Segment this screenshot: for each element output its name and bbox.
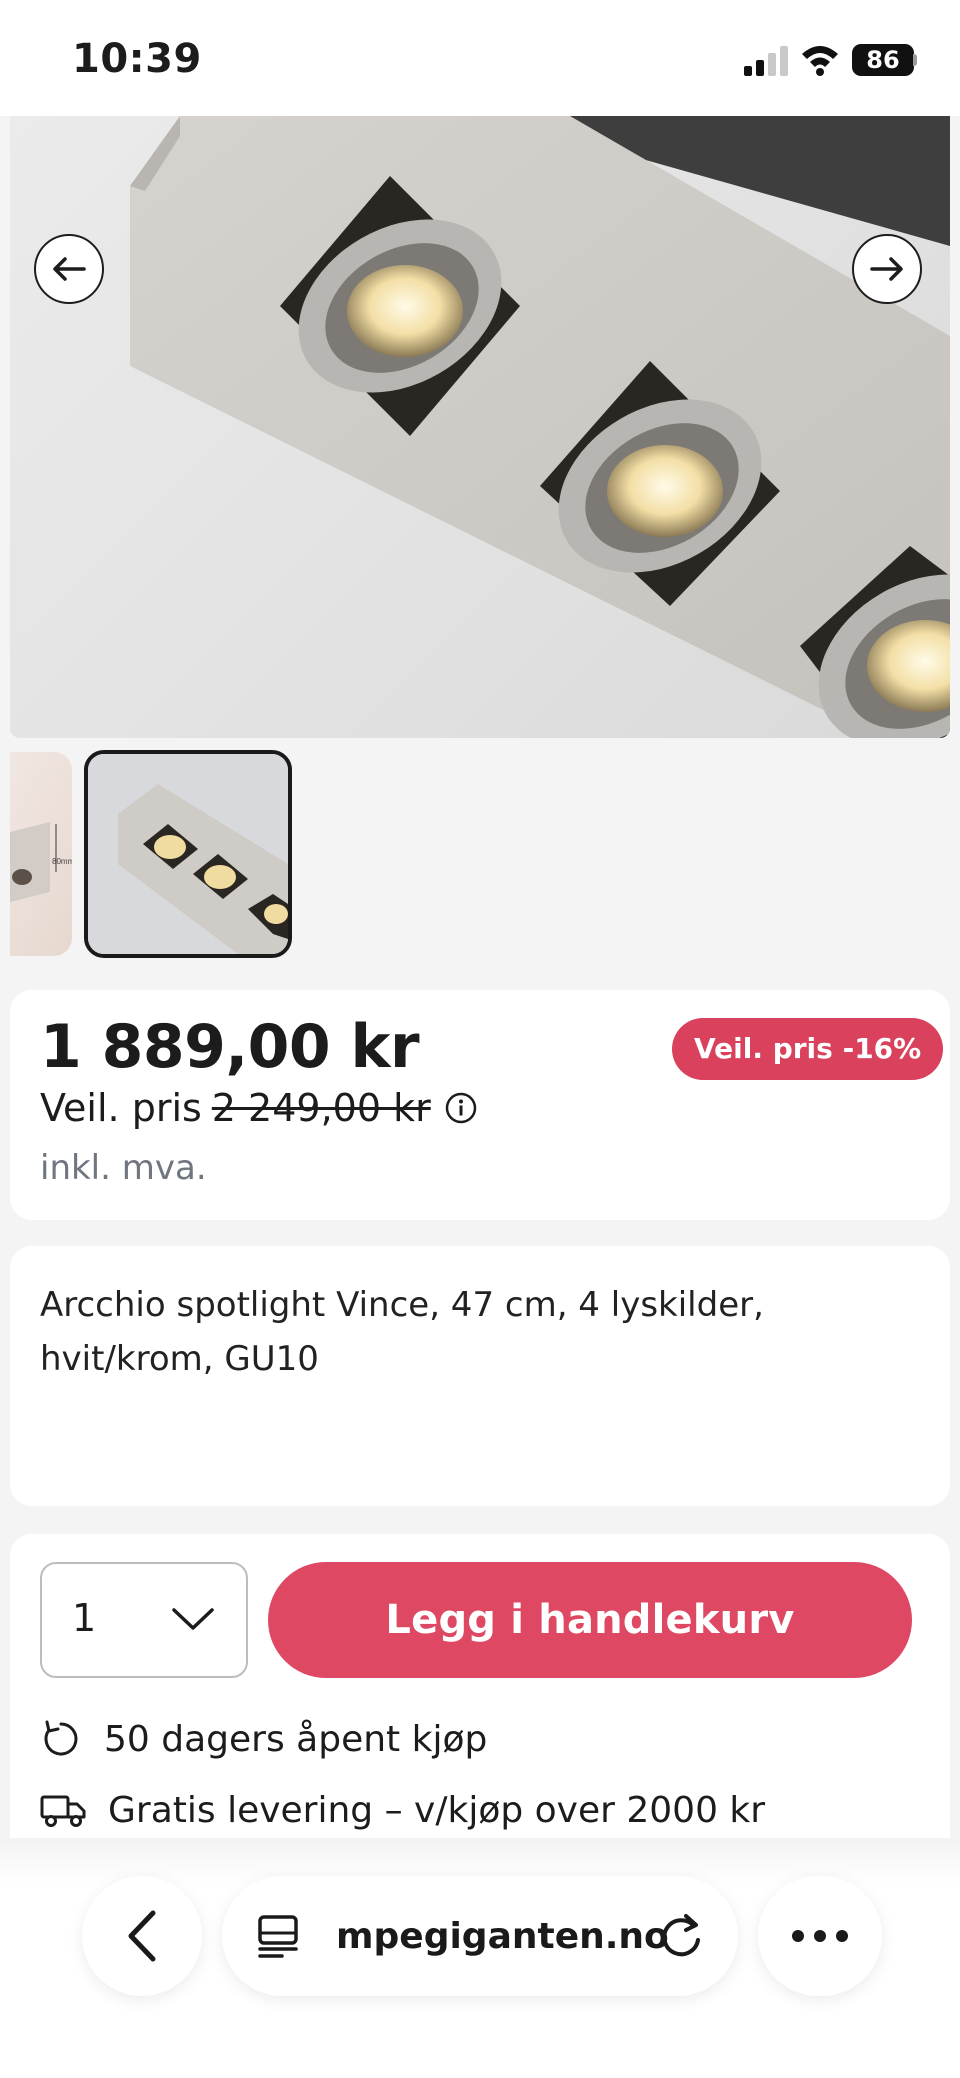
more-options-button[interactable] <box>758 1876 882 1996</box>
quantity-select[interactable]: 1 <box>40 1562 248 1678</box>
quantity-value: 1 <box>72 1596 97 1640</box>
discount-badge: Veil. pris -16% <box>672 1018 944 1080</box>
product-title: Arcchio spotlight Vince, 47 cm, 4 lyskil… <box>40 1285 764 1379</box>
previous-image-button[interactable] <box>34 234 104 304</box>
truck-icon <box>40 1795 86 1827</box>
recommended-price-row: Veil. pris 2 249,00 kr <box>40 1086 477 1130</box>
recommended-price-value: 2 249,00 kr <box>211 1086 431 1130</box>
address-bar[interactable]: mpegiganten.no <box>222 1876 738 1996</box>
cellular-signal-icon <box>744 46 788 76</box>
thumbnail-previous[interactable]: 80mm <box>10 752 72 956</box>
more-dot-icon <box>814 1930 826 1942</box>
status-time: 10:39 <box>72 36 202 82</box>
chevron-down-icon <box>172 1608 214 1630</box>
thumbnail-product-photo <box>88 754 288 954</box>
battery-nub <box>913 54 917 66</box>
vat-note: inkl. mva. <box>40 1148 207 1188</box>
reload-icon[interactable] <box>658 1912 704 1960</box>
battery-indicator: 86 <box>852 44 914 76</box>
wifi-icon <box>802 46 838 76</box>
chevron-left-icon <box>128 1910 156 1962</box>
status-bar: 10:39 86 <box>0 0 960 116</box>
product-price: 1 889,00 kr <box>40 1012 420 1082</box>
thumbnail-dimension-photo: 80mm <box>10 822 72 902</box>
more-dot-icon <box>792 1930 804 1942</box>
info-icon[interactable] <box>445 1092 477 1124</box>
perk-free-delivery: Gratis levering – v/kjøp over 2000 kr <box>40 1790 765 1831</box>
arrow-right-icon <box>870 257 903 281</box>
url-text: mpegiganten.no <box>336 1916 669 1957</box>
perk-open-purchase: 50 dagers åpent kjøp <box>40 1718 487 1760</box>
page-menu-icon[interactable] <box>256 1914 302 1958</box>
next-image-button[interactable] <box>852 234 922 304</box>
more-dot-icon <box>836 1930 848 1942</box>
perk-open-purchase-text: 50 dagers åpent kjøp <box>104 1718 488 1760</box>
add-to-cart-button[interactable]: Legg i handlekurv <box>268 1562 912 1678</box>
browser-back-button[interactable] <box>82 1876 202 1996</box>
arrow-left-icon <box>53 257 86 281</box>
perk-free-delivery-text: Gratis levering – v/kjøp over 2000 kr <box>108 1790 766 1831</box>
product-photo <box>130 116 950 738</box>
product-image[interactable] <box>10 116 950 738</box>
thumbnail-dimension-label: 80mm <box>52 857 72 866</box>
recommended-price-label: Veil. pris <box>40 1086 202 1130</box>
return-icon <box>44 1720 78 1756</box>
thumbnail-current[interactable] <box>84 750 292 958</box>
